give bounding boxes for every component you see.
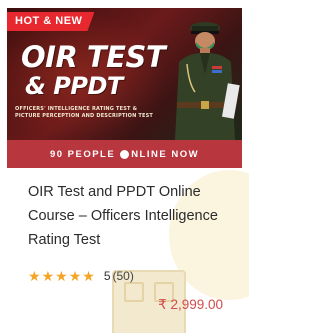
online-prefix: 90 PEOPLE [49,148,116,160]
star-icon: ★ [68,268,82,284]
banner-title-line2: & PPDT [25,72,123,100]
hot-new-badge: HOT & NEW [7,12,95,31]
course-title-link[interactable]: OIR Test and PPDT Online Course – Office… [28,180,238,252]
banner-subtitle-line2: PICTURE PERCEPTION AND DESCRIPTION TEST [15,113,154,119]
rating-stars: ★ ★ ★ ★ ★ [28,269,96,283]
star-icon: ★ [82,268,95,284]
star-icon: ★ [41,268,55,284]
online-suffix: NLINE NOW [131,148,200,160]
star-icon: ★ [55,268,68,284]
rating-value: 5 [103,269,111,283]
banner-title-line1: OIR TEST [21,40,166,74]
online-now-strip: 90 PEOPLE NLINE NOW [7,140,242,168]
rating-count: (50) [112,269,134,283]
online-dot-icon [120,149,130,159]
officer-figure-icon [175,22,240,140]
course-card[interactable]: HOT & NEW OIR TEST & PPDT OFFICERS' INTE… [0,0,249,333]
course-thumbnail[interactable]: HOT & NEW OIR TEST & PPDT OFFICERS' INTE… [7,8,242,140]
star-icon: ★ [28,268,41,284]
course-rating: ★ ★ ★ ★ ★ 5 (50) [28,267,134,285]
course-price: ₹ 2,999.00 [158,297,223,312]
banner-subtitle-line1: OFFICERS' INTELLIGENCE RATING TEST & [15,106,138,112]
